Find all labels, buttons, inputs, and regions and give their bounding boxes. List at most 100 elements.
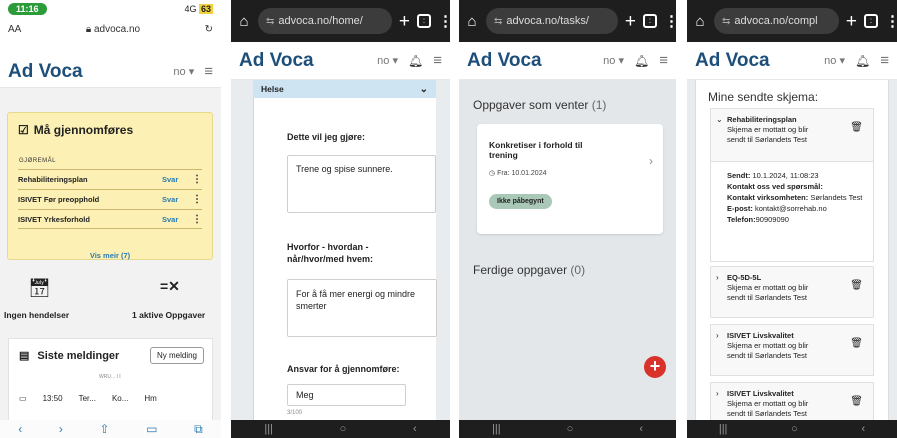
tab-switcher-icon[interactable]: : bbox=[417, 14, 431, 28]
bell-icon[interactable]: 🔔︎ bbox=[634, 54, 649, 68]
trash-icon[interactable]: 🗑︎ bbox=[850, 397, 863, 407]
url-field[interactable]: ⇆ advoca.no/home/ bbox=[258, 8, 392, 34]
recents-icon[interactable]: ||| bbox=[492, 423, 501, 435]
bell-icon[interactable]: 🔔︎ bbox=[855, 54, 870, 68]
home-icon[interactable]: ⌂ bbox=[237, 13, 251, 30]
trash-icon[interactable]: 🗑︎ bbox=[850, 281, 863, 291]
android-nav-bar: ||| ○ ‹ bbox=[231, 420, 450, 438]
todo-card: ☑ Må gjennomføres GJØREMÅL Rehabilitering… bbox=[7, 112, 213, 260]
message-row[interactable]: ▭ 13:50 Ter... Ko... Hm bbox=[19, 394, 157, 403]
answer-link[interactable]: Svar bbox=[162, 175, 192, 184]
todo-column-label: GJØREMÅL bbox=[19, 158, 57, 164]
form-item[interactable]: › ISIVET Livskvalitet Skjema er mottatt … bbox=[710, 324, 874, 376]
recents-icon[interactable]: ||| bbox=[719, 423, 728, 435]
app-header: Ad Voca no ▾ 🔔︎ ≡ bbox=[687, 42, 897, 80]
task-card[interactable]: Konkretiser i forhold til trening ◷ Fra:… bbox=[477, 124, 663, 234]
app-logo[interactable]: Ad Voca bbox=[239, 50, 377, 72]
chevron-down-icon: ⌄ bbox=[716, 115, 723, 124]
app-header: Ad Voca no ▾ 🔔︎ ≡ bbox=[231, 42, 450, 80]
todo-row: ISIVET Før preopphold Svar ⋮ bbox=[18, 189, 202, 209]
trash-icon[interactable]: 🗑︎ bbox=[850, 339, 863, 349]
form-item[interactable]: › EQ-5D-5L Skjema er mottatt og blir sen… bbox=[710, 266, 874, 318]
lock-icon: 🔒︎ bbox=[85, 23, 92, 35]
messages-header: ▤ Siste meldinger Ny melding bbox=[19, 347, 204, 364]
checkbox-icon: ☑ bbox=[18, 123, 29, 137]
answer-link[interactable]: Svar bbox=[162, 195, 192, 204]
chrome-toolbar: ⌂ ⇆ advoca.no/home/ + : ⋮ bbox=[231, 0, 450, 42]
url-text[interactable]: 🔒︎ advoca.no bbox=[86, 24, 140, 35]
app-logo[interactable]: Ad Voca bbox=[695, 50, 824, 72]
menu-icon[interactable]: ≡ bbox=[659, 52, 668, 69]
overflow-menu-icon[interactable]: ⋮ bbox=[885, 12, 897, 30]
form-item[interactable]: ⌄ Rehabiliteringsplan Skjema er mottatt … bbox=[710, 108, 874, 162]
android-nav-bar: ||| ○ ‹ bbox=[687, 420, 897, 438]
phone-home-screen: 11:16 4G 63 AA 🔒︎ advoca.no ↻ Ad Voca no… bbox=[0, 0, 221, 438]
browser-url-bar[interactable]: AA 🔒︎ advoca.no ↻ bbox=[0, 20, 221, 38]
app-logo[interactable]: Ad Voca bbox=[467, 50, 603, 72]
answer-link[interactable]: Svar bbox=[162, 215, 192, 224]
signal-label: 4G bbox=[184, 3, 197, 14]
home-icon[interactable]: ⌂ bbox=[465, 13, 479, 30]
chevron-right-icon: › bbox=[716, 331, 719, 340]
todo-row: Rehabiliteringsplan Svar ⋮ bbox=[18, 169, 202, 189]
plan-content: Helse ⌄ Dette vil jeg gjøre: Trene og spi… bbox=[231, 80, 450, 420]
tab-switcher-icon[interactable]: : bbox=[864, 14, 878, 28]
tab-switcher-icon[interactable]: : bbox=[643, 14, 657, 28]
accordion-helse[interactable]: Helse ⌄ bbox=[253, 80, 436, 98]
tabs-icon[interactable]: ⧉ bbox=[194, 422, 203, 437]
add-button[interactable]: + bbox=[644, 356, 666, 378]
home-button-icon[interactable]: ○ bbox=[567, 423, 574, 435]
new-tab-icon[interactable]: + bbox=[625, 12, 636, 31]
home-content: ☑ Må gjennomføres GJØREMÅL Rehabilitering… bbox=[0, 88, 221, 438]
active-tasks-label[interactable]: 1 aktive Oppgaver bbox=[132, 310, 205, 320]
url-field[interactable]: ⇆ advoca.no/tasks/ bbox=[486, 8, 618, 34]
new-tab-icon[interactable]: + bbox=[399, 12, 410, 31]
overflow-menu-icon[interactable]: ⋮ bbox=[438, 12, 450, 30]
trash-icon[interactable]: 🗑︎ bbox=[850, 123, 863, 133]
responsibility-input[interactable]: Meg bbox=[287, 384, 406, 406]
language-select[interactable]: no ▾ bbox=[173, 65, 194, 78]
recents-icon[interactable]: ||| bbox=[264, 423, 273, 435]
back-icon[interactable]: ‹ bbox=[861, 423, 865, 435]
chevron-right-icon[interactable]: › bbox=[649, 154, 653, 168]
kebab-menu-icon[interactable]: ⋮ bbox=[192, 194, 202, 205]
form-status: Skjema er mottatt og blir sendt til Sørl… bbox=[727, 283, 809, 302]
events-label[interactable]: Ingen hendelser bbox=[4, 310, 69, 320]
reload-icon[interactable]: ↻ bbox=[205, 24, 213, 35]
overflow-menu-icon[interactable]: ⋮ bbox=[664, 12, 676, 30]
home-button-icon[interactable]: ○ bbox=[340, 423, 347, 435]
form-name: EQ-5D-5L bbox=[727, 273, 762, 282]
home-button-icon[interactable]: ○ bbox=[791, 423, 798, 435]
answer-textarea[interactable]: Trene og spise sunnere. bbox=[287, 155, 436, 213]
text-size-button[interactable]: AA bbox=[8, 24, 21, 35]
form-status: Skjema er mottatt og blir sendt til Sørl… bbox=[727, 125, 809, 144]
url-field[interactable]: ⇆ advoca.no/compl bbox=[714, 8, 839, 34]
answer-textarea[interactable]: For å få mer energi og mindre smerter bbox=[287, 279, 437, 337]
kebab-menu-icon[interactable]: ⋮ bbox=[192, 174, 202, 185]
home-icon[interactable]: ⌂ bbox=[693, 13, 707, 30]
show-more-link[interactable]: Vis meir (7) bbox=[8, 251, 212, 260]
menu-icon[interactable]: ≡ bbox=[433, 52, 442, 69]
form-name: ISIVET Livskvalitet bbox=[727, 389, 794, 398]
new-tab-icon[interactable]: + bbox=[846, 12, 857, 31]
form-details: Sendt: 10.1.2024, 11:08:23 Kontakt oss v… bbox=[710, 162, 874, 262]
kebab-menu-icon[interactable]: ⋮ bbox=[192, 214, 202, 225]
android-nav-bar: ||| ○ ‹ bbox=[459, 420, 676, 438]
share-icon[interactable]: ⇧ bbox=[99, 422, 109, 436]
language-select[interactable]: no ▾ bbox=[377, 54, 398, 67]
todo-name: ISIVET Yrkesforhold bbox=[18, 214, 90, 224]
bookmarks-icon[interactable]: ▭ bbox=[146, 422, 157, 436]
message-icon: ▤ bbox=[19, 350, 30, 362]
back-icon[interactable]: ‹ bbox=[639, 423, 643, 435]
forward-icon[interactable]: › bbox=[59, 422, 63, 436]
language-select[interactable]: no ▾ bbox=[824, 54, 845, 67]
menu-icon[interactable]: ≡ bbox=[880, 52, 889, 69]
app-logo[interactable]: Ad Voca bbox=[8, 61, 173, 83]
language-select[interactable]: no ▾ bbox=[603, 54, 624, 67]
new-message-button[interactable]: Ny melding bbox=[149, 347, 204, 364]
back-icon[interactable]: ‹ bbox=[18, 422, 22, 436]
bell-icon[interactable]: 🔔︎ bbox=[408, 54, 423, 68]
menu-icon[interactable]: ≡ bbox=[204, 63, 213, 80]
back-icon[interactable]: ‹ bbox=[413, 423, 417, 435]
calendar-icon: 📅︎ bbox=[28, 278, 51, 298]
